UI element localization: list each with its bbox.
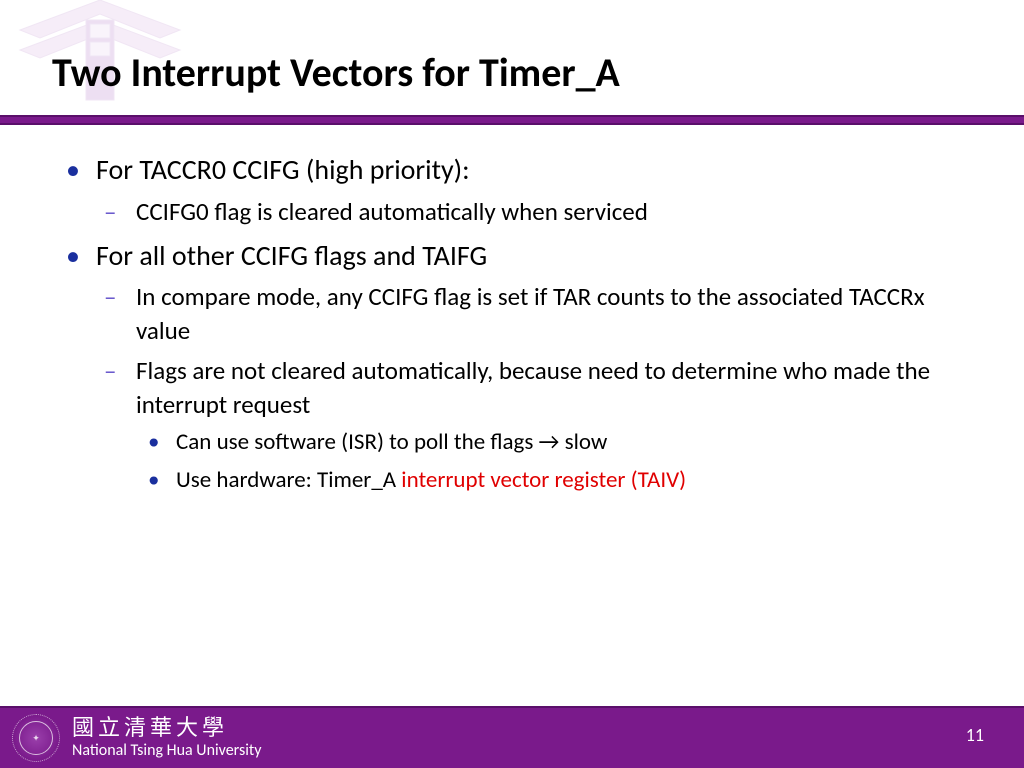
bullet-l1: For all other CCIFG flags and TAIFG In c… <box>60 237 964 497</box>
university-name-chinese: 國立清華大學 <box>72 717 262 739</box>
bullet-l1: For TACCR0 CCIFG (high priority): CCIFG0… <box>60 151 964 229</box>
page-number: 11 <box>966 724 984 746</box>
slide-footer: ✦ 國立清華大學 National Tsing Hua University 1… <box>0 706 1024 768</box>
bullet-text: For TACCR0 CCIFG (high priority): <box>96 152 470 187</box>
bullet-l3: Use hardware: Timer_A interrupt vector r… <box>136 465 964 497</box>
bullet-text: For all other CCIFG flags and TAIFG <box>96 238 487 273</box>
bullet-l3: Can use software (ISR) to poll the flags… <box>136 427 964 459</box>
bullet-l2: CCIFG0 flag is cleared automatically whe… <box>96 195 964 229</box>
footer-text: 國立清華大學 National Tsing Hua University <box>72 717 262 760</box>
bullet-text: Flags are not cleared automatically, bec… <box>136 355 930 420</box>
bullet-text: Use hardware: Timer_A <box>176 466 401 494</box>
university-seal-icon: ✦ <box>12 714 60 762</box>
slide-content: For TACCR0 CCIFG (high priority): CCIFG0… <box>0 125 1024 497</box>
highlight-text: interrupt vector register (TAIV) <box>401 466 686 494</box>
slide-title: Two Interrupt Vectors for Timer_A <box>0 0 1024 115</box>
university-name-english: National Tsing Hua University <box>72 741 262 760</box>
bullet-l2: In compare mode, any CCIFG flag is set i… <box>96 280 964 348</box>
bullet-l2: Flags are not cleared automatically, bec… <box>96 354 964 497</box>
